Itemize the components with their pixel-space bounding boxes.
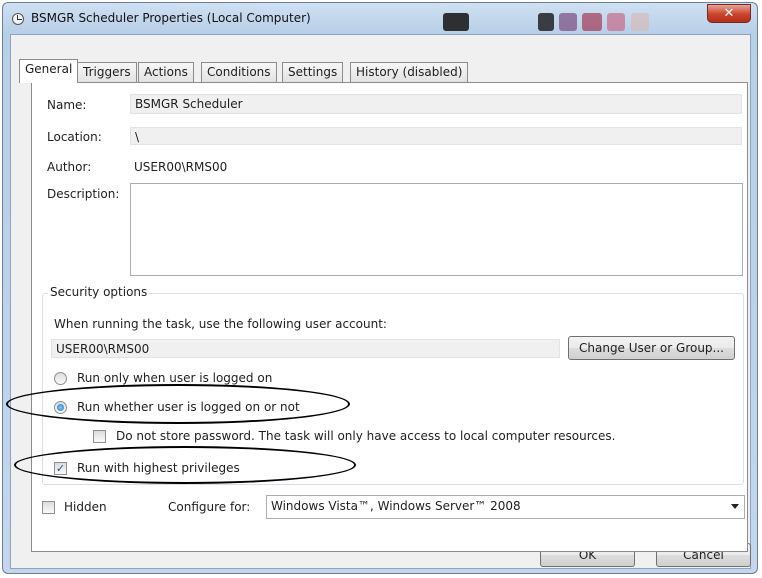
chevron-down-icon xyxy=(731,504,739,509)
configure-for-value: Windows Vista™, Windows Server™ 2008 xyxy=(271,499,521,513)
location-label: Location: xyxy=(47,130,102,144)
clock-icon xyxy=(12,13,24,25)
tab-label: General xyxy=(25,62,73,76)
account-prompt: When running the task, use the following… xyxy=(54,317,387,331)
tab-label: History (disabled) xyxy=(356,65,463,79)
titlebar-decoration xyxy=(538,13,554,31)
tab-conditions[interactable]: Conditions xyxy=(201,62,277,82)
description-label: Description: xyxy=(47,187,120,201)
hidden-checkbox[interactable] xyxy=(42,501,55,514)
properties-dialog: BSMGR Scheduler Properties (Local Comput… xyxy=(2,2,758,574)
security-options-title: Security options xyxy=(48,285,150,299)
description-input[interactable] xyxy=(130,183,743,276)
tab-history[interactable]: History (disabled) xyxy=(350,62,469,82)
title-bar[interactable]: BSMGR Scheduler Properties (Local Comput… xyxy=(3,3,757,35)
tab-general[interactable]: General xyxy=(19,59,79,83)
do-not-store-password-label: Do not store password. The task will onl… xyxy=(116,429,616,443)
author-value: USER00\RMS00 xyxy=(134,160,228,174)
close-button[interactable]: ✕ xyxy=(707,4,751,23)
dialog-body: General Triggers Actions Conditions Sett… xyxy=(10,34,751,569)
tab-label: Settings xyxy=(288,65,338,79)
titlebar-decoration xyxy=(631,13,649,31)
annotation-ellipse-highest-privileges xyxy=(14,446,356,484)
tab-label: Actions xyxy=(144,65,188,79)
tab-settings[interactable]: Settings xyxy=(282,62,344,82)
change-user-or-group-button[interactable]: Change User or Group... xyxy=(568,336,735,360)
close-icon: ✕ xyxy=(723,6,735,21)
titlebar-decoration xyxy=(582,13,602,31)
tab-actions[interactable]: Actions xyxy=(138,62,194,82)
configure-for-label: Configure for: xyxy=(168,500,251,514)
name-label: Name: xyxy=(47,98,87,112)
tab-triggers[interactable]: Triggers xyxy=(77,62,137,82)
titlebar-decoration xyxy=(607,13,625,31)
window-title: BSMGR Scheduler Properties (Local Comput… xyxy=(31,11,311,25)
run-only-logged-on-label: Run only when user is logged on xyxy=(77,371,273,385)
run-only-logged-on-radio[interactable] xyxy=(54,372,67,385)
user-account-field: USER00\RMS00 xyxy=(51,339,560,358)
titlebar-decoration xyxy=(443,13,469,31)
configure-for-dropdown[interactable]: Windows Vista™, Windows Server™ 2008 xyxy=(266,495,745,519)
name-field: BSMGR Scheduler xyxy=(130,94,742,114)
titlebar-decoration xyxy=(559,13,577,31)
button-label: Change User or Group... xyxy=(579,341,724,355)
location-field: \ xyxy=(130,127,742,145)
do-not-store-password-checkbox[interactable] xyxy=(93,430,106,443)
hidden-label: Hidden xyxy=(64,500,107,514)
tab-label: Triggers xyxy=(83,65,131,79)
tab-label: Conditions xyxy=(207,65,271,79)
author-label: Author: xyxy=(47,160,92,174)
annotation-ellipse-run-whether xyxy=(6,384,350,424)
